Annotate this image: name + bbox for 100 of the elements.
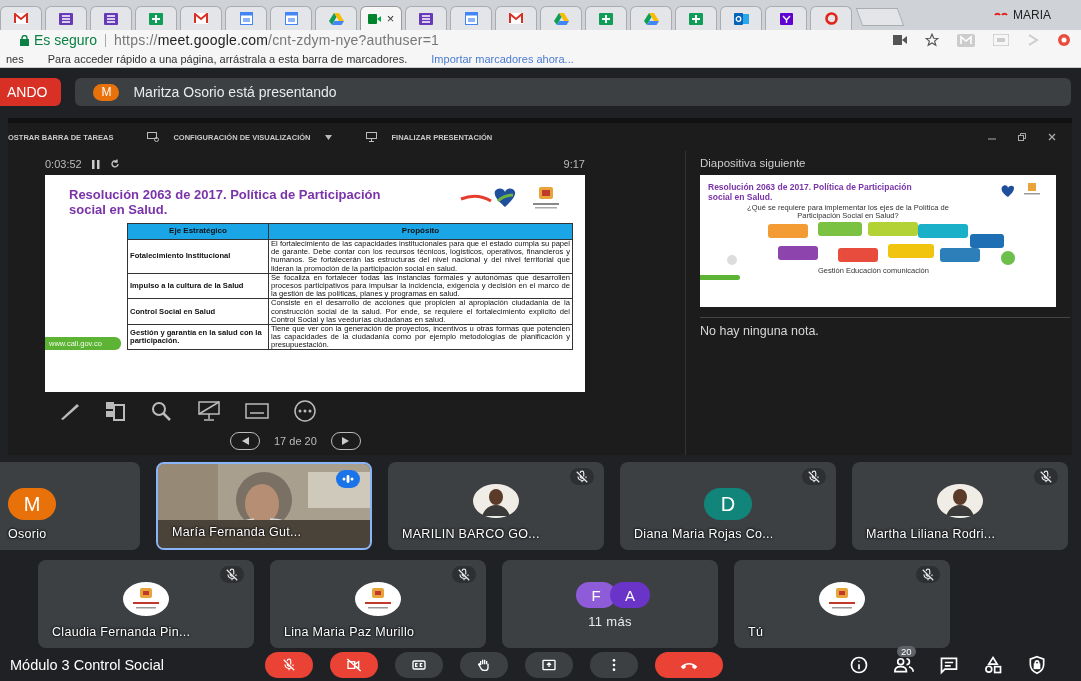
avatar — [937, 484, 983, 518]
envelope-icon — [14, 13, 28, 24]
participant-tile[interactable]: MARILIN BARCO GO... — [388, 462, 604, 550]
shield-lock-icon[interactable] — [1027, 654, 1047, 675]
import-bookmarks-link[interactable]: Importar marcadores ahora... — [431, 52, 574, 65]
table-header: Eje Estratégico — [127, 223, 269, 240]
present-button[interactable] — [525, 651, 573, 678]
browser-tab[interactable] — [450, 6, 492, 30]
browser-tab[interactable] — [720, 6, 762, 30]
count-badge: 20 — [897, 645, 916, 657]
browser-tab[interactable] — [585, 6, 627, 30]
browser-tab[interactable]: × — [360, 6, 402, 30]
website-banner — [700, 275, 740, 280]
url-text[interactable]: https://meet.google.com/cnt-zdym-nye?authuser=1 — [114, 32, 440, 48]
elapsed-time: 0:03:52 — [45, 158, 82, 170]
restore-icon[interactable] — [1018, 133, 1026, 141]
slide-title: Resolución 2063 de 2017. Política de Participación social en Salud. — [708, 183, 913, 202]
info-icon[interactable] — [849, 654, 869, 675]
restart-icon[interactable] — [109, 159, 120, 169]
spreadsheet-icon — [149, 12, 163, 25]
extension-icon[interactable] — [1057, 33, 1071, 47]
captions-button[interactable] — [395, 651, 443, 678]
slide-title: Resolución 2063 de 2017. Política de Participación social en Salud. — [69, 187, 382, 217]
envelope-icon — [509, 13, 523, 24]
participant-name: Diana Maria Rojas Co... — [634, 527, 774, 541]
participant-tile[interactable]: Lina Maria Paz Murillo — [270, 560, 486, 648]
participant-tile[interactable]: Claudia Fernanda Pin... — [38, 560, 254, 648]
document-icon — [59, 12, 73, 25]
browser-tab[interactable] — [0, 6, 42, 30]
browser-tab[interactable] — [135, 6, 177, 30]
hand-button[interactable] — [460, 651, 508, 678]
more-participants-label[interactable]: 11 más — [588, 614, 632, 629]
browser-tab[interactable] — [45, 6, 87, 30]
browser-tab[interactable] — [630, 6, 672, 30]
browser-tab[interactable] — [675, 6, 717, 30]
avatar — [473, 484, 519, 518]
subtitles-icon[interactable] — [245, 402, 269, 420]
emblem-icon — [819, 582, 865, 616]
browser-tab[interactable] — [315, 6, 357, 30]
muted-mic-icon — [1039, 469, 1053, 484]
participant-name: Tú — [748, 625, 764, 639]
muted-mic-icon — [225, 567, 239, 582]
browser-tab[interactable] — [810, 6, 852, 30]
meeting-name: Módulo 3 Control Social — [10, 656, 165, 673]
more-icon[interactable] — [293, 400, 317, 422]
browser-tab[interactable] — [405, 6, 447, 30]
mic-button[interactable] — [265, 651, 313, 678]
browser-tab[interactable] — [180, 6, 222, 30]
app-square-icon — [779, 12, 793, 25]
triangle-icon — [328, 12, 344, 25]
pen-icon[interactable] — [59, 401, 81, 421]
muted-mic-icon — [807, 469, 821, 484]
pause-icon[interactable] — [91, 159, 100, 169]
security-label: Es seguro — [34, 32, 98, 48]
participant-tile[interactable]: Martha Liliana Rodri... — [852, 462, 1068, 550]
screen-icon[interactable] — [197, 400, 221, 422]
browser-tab[interactable] — [225, 6, 267, 30]
left-arrow-icon — [241, 437, 249, 445]
close-icon[interactable] — [1048, 133, 1056, 141]
slides-grid-icon[interactable] — [105, 401, 127, 421]
participant-tile[interactable]: M Osorio — [0, 462, 140, 550]
shapes-icon[interactable] — [983, 654, 1003, 675]
browser-tab[interactable] — [495, 6, 537, 30]
muted-mic-icon — [282, 657, 296, 672]
lock-icon — [20, 34, 29, 46]
envelope-icon — [194, 13, 208, 24]
mail-app-icon — [733, 12, 749, 25]
triangle-icon — [553, 12, 569, 25]
star-icon[interactable] — [925, 33, 939, 47]
browser-tab[interactable] — [270, 6, 312, 30]
coat-of-arms-icon — [531, 187, 561, 211]
muted-mic-icon — [921, 567, 935, 582]
camera-icon[interactable] — [893, 35, 907, 45]
participant-tile[interactable]: Tú — [734, 560, 950, 648]
participant-tile[interactable]: María Fernanda Gut... — [156, 462, 372, 550]
muted-mic-icon — [457, 567, 471, 582]
browser-tab[interactable] — [765, 6, 807, 30]
search-icon[interactable] — [151, 401, 173, 421]
browser-tab[interactable] — [90, 6, 132, 30]
presenter-text: Maritza Osorio está presentando — [133, 84, 337, 100]
hangup-button[interactable] — [655, 651, 723, 678]
bookmark-item[interactable]: nes — [6, 52, 24, 65]
document-icon — [419, 12, 433, 25]
participant-name: Lina Maria Paz Murillo — [284, 625, 415, 639]
camera-off-icon — [346, 656, 362, 673]
avatar-letter: M — [93, 83, 120, 101]
participant-tile[interactable]: D Diana Maria Rojas Co... — [620, 462, 836, 550]
participant-name: Osorio — [8, 527, 47, 541]
screen-icon — [365, 132, 378, 142]
audio-bars-icon — [342, 475, 354, 483]
profile-name[interactable]: MARIA — [1013, 8, 1051, 22]
participant-name: MARILIN BARCO GO... — [402, 527, 540, 541]
emblem-icon — [355, 582, 401, 616]
participant-tile[interactable]: F A 11 más — [502, 560, 718, 648]
monitor-icon — [147, 132, 160, 142]
browser-tab[interactable] — [540, 6, 582, 30]
camera-button[interactable] — [330, 651, 378, 678]
presenting-button[interactable]: ANDO — [0, 78, 62, 106]
clock: 9:17 — [563, 158, 585, 170]
notes-text: No hay ninguna nota. — [700, 317, 1070, 338]
